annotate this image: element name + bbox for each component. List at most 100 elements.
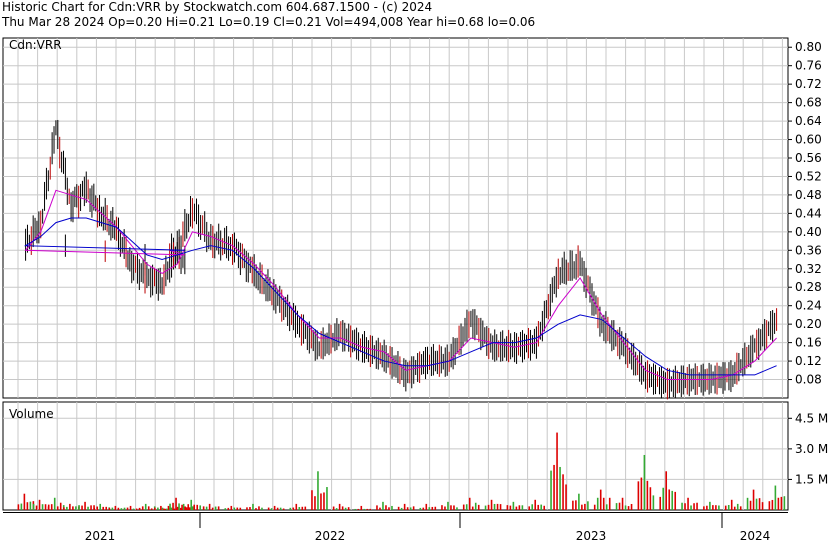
volume-bar [506,505,509,510]
volume-bar [363,508,366,510]
volume-bar [87,506,89,510]
volume-bar [465,504,468,510]
volume-bar [471,506,474,510]
x-axis-line [3,512,788,513]
volume-bar [164,508,167,510]
volume-bar [236,507,239,510]
volume-bar [575,500,577,510]
volume-bar [191,506,194,510]
volume-bar [17,504,20,510]
volume-bar [66,506,68,510]
volume-bar [422,507,425,510]
volume-bar [167,505,170,510]
volume-bar [556,432,558,510]
price-y-tick-label: 0.44 [795,206,822,220]
volume-bar [196,504,199,510]
volume-bar [671,490,674,510]
volume-bar [323,492,325,510]
volume-bar [543,505,546,510]
volume-bar [90,505,92,510]
volume-bar [341,506,344,510]
volume-bar [534,499,537,510]
volume-bar [605,504,608,510]
volume-bar [572,500,574,510]
volume-bar [419,507,422,510]
volume-bar [179,507,182,510]
volume-bar [553,464,555,510]
volume-bar [38,499,41,510]
volume-bar [496,503,499,510]
volume-bar [193,504,196,510]
price-y-tick-label: 0.28 [795,280,822,294]
volume-bar [314,496,316,510]
volume-bar [447,501,449,510]
volume-bar [621,497,624,510]
volume-bar [468,497,471,510]
volume-bar [344,507,347,510]
volume-bar [135,508,138,510]
volume-bar [304,506,307,510]
price-y-tick-label: 0.16 [795,336,822,350]
volume-bar [681,502,683,510]
volume-bar [170,507,173,510]
volume-bar [150,508,153,510]
volume-bar [584,503,586,510]
volume-bar [474,502,477,510]
volume-y-tick-label: 3.0 M [795,442,828,456]
volume-bar [712,505,714,510]
volume-bar [758,498,761,510]
volume-bar [267,507,270,510]
volume-bar [188,507,191,510]
volume-bar [120,508,123,510]
volume-bar [354,508,357,510]
volume-bar [662,487,665,510]
volume-bar [724,505,727,510]
volume-bar [32,503,35,510]
volume-bar [774,485,777,510]
volume-bar [768,501,771,510]
volume-bar [282,508,285,510]
volume-bar [178,503,180,510]
volume-bar [578,493,580,510]
volume-bar [674,491,677,510]
volume-bar [428,507,431,510]
volume-bar [412,506,415,510]
volume-bar [126,507,129,510]
volume-bar [23,493,26,510]
volume-bar [749,500,752,510]
volume-bar [599,489,602,510]
volume-bar [783,496,786,510]
volume-bar [246,507,248,510]
volume-bar [211,507,214,510]
volume-bar [397,506,400,510]
volume-bar [379,507,381,510]
volume-bar [249,507,251,510]
volume-bar [540,504,543,510]
price-y-tick-label: 0.72 [795,77,822,91]
volume-bar [84,501,86,510]
volume-bar [182,503,185,510]
volume-bar [528,506,531,510]
volume-y-axis: 4.5 M 3.0 M 1.5 M [788,411,828,486]
volume-bar [602,497,605,510]
volume-bar [298,507,301,510]
volume-bar [276,507,279,510]
volume-bar [326,487,328,510]
volume-bar [537,504,540,510]
volume-bar [311,490,313,510]
volume-bar [224,508,227,510]
volume-bar [550,470,552,510]
volume-bar [157,507,159,510]
volume-bar [338,503,341,510]
volume-bar [727,504,730,510]
volume-bar [35,505,38,510]
volume-bar [29,501,32,510]
volume-bar [450,505,452,510]
price-y-tick-label: 0.20 [795,317,822,331]
volume-bar [96,506,99,510]
x-axis-year-label: 2022 [315,529,346,543]
volume-bar [608,497,611,510]
volume-bar [693,503,695,510]
volume-bar [69,503,71,510]
volume-bar [93,507,96,510]
